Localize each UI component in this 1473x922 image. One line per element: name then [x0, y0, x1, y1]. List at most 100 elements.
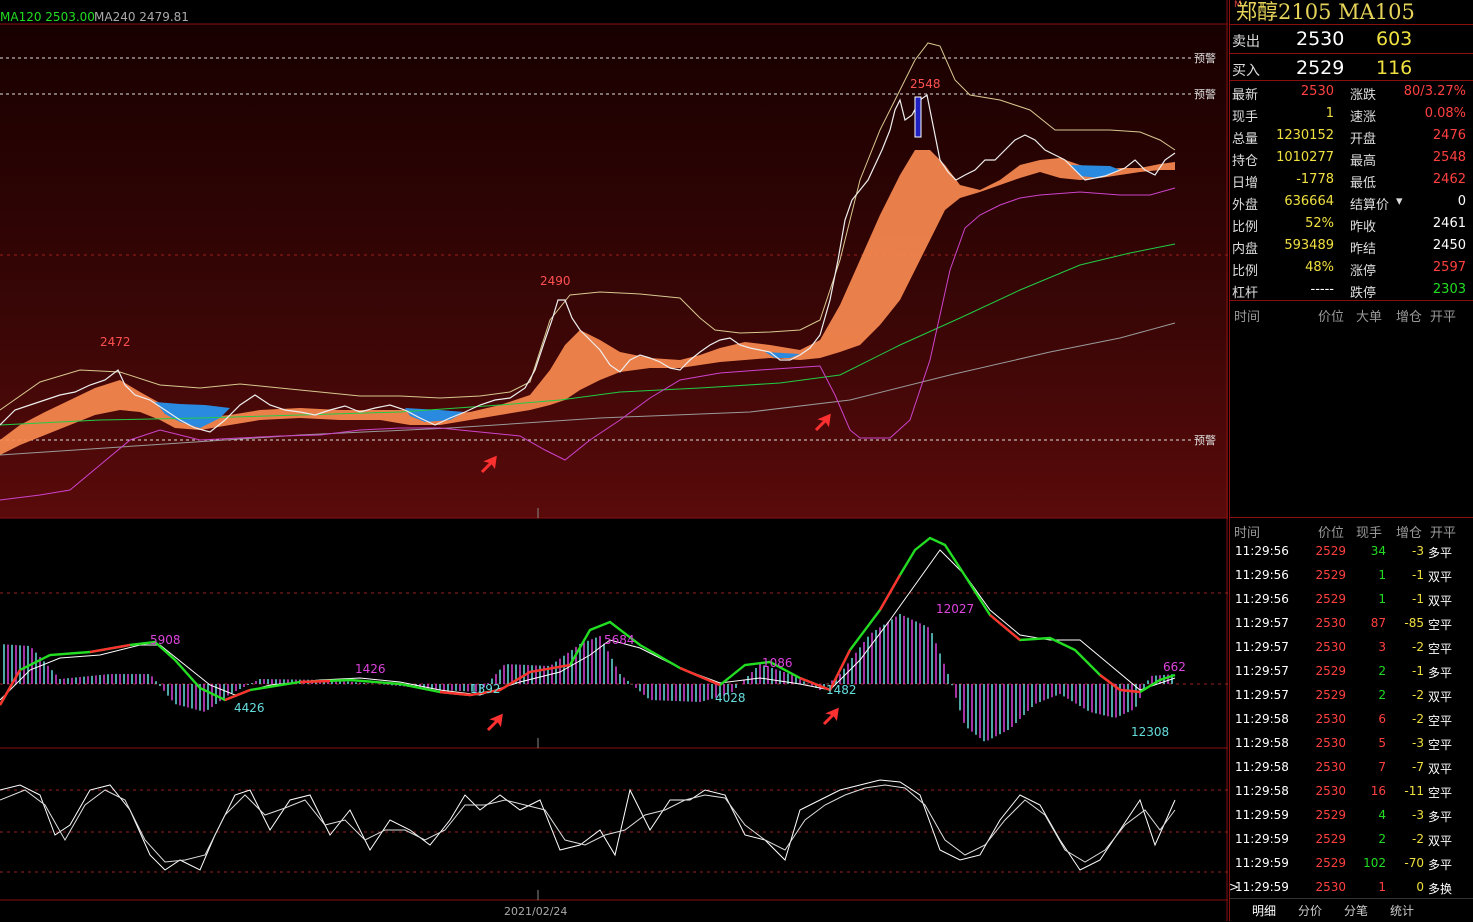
quote-value: 2530 — [1300, 84, 1334, 99]
tick-open-close: 多平 — [1428, 666, 1453, 680]
tick-open-close: 双平 — [1428, 762, 1453, 776]
header-price: 价位 — [1318, 310, 1345, 325]
tick-price: 2529 — [1315, 832, 1346, 846]
tick-oi-change: -2 — [1412, 832, 1424, 846]
big-order-header: 时间 价位 大单 增仓 开平 — [1230, 304, 1473, 326]
tick-qty: 87 — [1370, 616, 1386, 630]
quote-label: 最低 — [1350, 176, 1377, 191]
quote-value: 0.08% — [1424, 106, 1466, 121]
tick-row[interactable]: 11:29:58 2530 16 -11 空平 — [1230, 779, 1473, 803]
tick-price: 2530 — [1315, 640, 1346, 654]
ma240-legend: MA240 2479.81 — [94, 10, 189, 24]
tick-qty: 34 — [1370, 544, 1386, 558]
quote-value: 52% — [1305, 216, 1334, 231]
quote-value: 2548 — [1432, 150, 1466, 165]
tick-price: 2529 — [1315, 568, 1346, 582]
quote-value: 80/3.27% — [1403, 84, 1466, 99]
tick-oi-change: -7 — [1412, 760, 1424, 774]
tick-price: 2529 — [1315, 544, 1346, 558]
tick-price: 2530 — [1315, 736, 1346, 750]
macd-label: 12308 — [1131, 725, 1169, 739]
tick-row[interactable]: 11:29:58 2530 7 -7 双平 — [1230, 755, 1473, 779]
alert-label: 预警 — [1194, 87, 1216, 101]
header-open-close: 开平 — [1430, 310, 1457, 325]
quote-label: 比例 — [1232, 220, 1259, 235]
tick-row[interactable]: 11:29:56 2529 1 -1 双平 — [1230, 587, 1473, 611]
tick-open-close: 多平 — [1428, 810, 1453, 824]
tick-row[interactable]: 11:29:57 2530 3 -2 空平 — [1230, 635, 1473, 659]
quote-value: 2462 — [1432, 172, 1466, 187]
tick-time: 11:29:56 — [1235, 544, 1289, 558]
macd-label: 1392 — [470, 682, 501, 696]
quote-row: 最新 2530 涨跌 80/3.27% — [1230, 81, 1473, 103]
tick-open-close: 双平 — [1428, 594, 1453, 608]
tick-oi-change: -3 — [1412, 544, 1424, 558]
tab-price-dist[interactable]: 分价 — [1298, 902, 1322, 919]
tick-qty: 1 — [1378, 592, 1386, 606]
tick-qty: 5 — [1378, 736, 1386, 750]
buy-volume: 116 — [1376, 57, 1413, 79]
tick-row[interactable]: 11:29:57 2529 2 -1 多平 — [1230, 659, 1473, 683]
tick-row[interactable]: 11:29:58 2530 5 -3 空平 — [1230, 731, 1473, 755]
tick-oi-change: -3 — [1412, 736, 1424, 750]
quote-value: 2303 — [1432, 282, 1466, 297]
quote-row: 内盘 593489 昨结 2450 — [1230, 235, 1473, 257]
tick-oi-change: -1 — [1412, 568, 1424, 582]
quote-sidebar: M 郑醇2105 MA105 卖出 2530 603 买入 2529 116 最… — [1229, 0, 1473, 921]
quote-label: 外盘 — [1232, 198, 1259, 213]
tick-time: 11:29:58 — [1235, 760, 1289, 774]
alert-label: 预警 — [1194, 51, 1216, 65]
quote-value: 0 — [1457, 194, 1466, 209]
tick-price: 2530 — [1315, 712, 1346, 726]
buy-row[interactable]: 买入 2529 116 — [1230, 54, 1473, 82]
tab-stats[interactable]: 统计 — [1390, 902, 1414, 919]
tab-ticks[interactable]: 分笔 — [1344, 902, 1368, 919]
tick-row[interactable]: 11:29:59 2529 4 -3 多平 — [1230, 803, 1473, 827]
tick-time: 11:29:56 — [1235, 592, 1289, 606]
sell-row[interactable]: 卖出 2530 603 — [1230, 25, 1473, 53]
quote-value: 1 — [1325, 106, 1334, 121]
tick-time: 11:29:58 — [1235, 784, 1289, 798]
tick-open-close: 空平 — [1428, 714, 1453, 728]
tick-price: 2530 — [1315, 616, 1346, 630]
quote-label: 涨跌 — [1350, 88, 1377, 103]
tab-details[interactable]: 明细 — [1252, 902, 1276, 919]
tick-row[interactable]: >11:29:59 2530 1 0 多换 — [1229, 875, 1473, 899]
quote-value: 2450 — [1432, 238, 1466, 253]
tick-price: 2529 — [1315, 664, 1346, 678]
tick-qty: 2 — [1378, 664, 1386, 678]
macd-label: 1426 — [355, 662, 386, 676]
macd-label: 4426 — [234, 701, 265, 715]
macd-label: 1482 — [826, 683, 857, 697]
tick-open-close: 多换 — [1428, 882, 1453, 896]
quote-label: 最新 — [1232, 88, 1259, 103]
tick-row[interactable]: 11:29:57 2529 2 -2 双平 — [1230, 683, 1473, 707]
tick-row[interactable]: 11:29:56 2529 34 -3 多平 — [1230, 539, 1473, 563]
quote-label: 总量 — [1232, 132, 1259, 147]
tick-open-close: 空平 — [1428, 642, 1453, 656]
dropdown-arrow-icon[interactable]: ▾ — [1396, 194, 1403, 209]
tick-qty: 1 — [1378, 880, 1386, 894]
header-oi-change: 增仓 — [1396, 310, 1423, 325]
macd-label: 5908 — [150, 633, 181, 647]
tick-row[interactable]: 11:29:58 2530 6 -2 空平 — [1230, 707, 1473, 731]
bottom-tabs: 明细 分价 分笔 统计 — [1230, 898, 1473, 922]
tick-time: 11:29:59 — [1235, 832, 1289, 846]
buy-price: 2529 — [1296, 57, 1345, 79]
tick-price: 2529 — [1315, 688, 1346, 702]
tick-row[interactable]: 11:29:59 2529 102 -70 多平 — [1230, 851, 1473, 875]
tick-row[interactable]: 11:29:57 2530 87 -85 空平 — [1230, 611, 1473, 635]
tick-row[interactable]: 11:29:59 2529 2 -2 双平 — [1230, 827, 1473, 851]
chart-area[interactable]: MA120 2503.00 MA240 2479.81 预警 预警 预警 247… — [0, 0, 1228, 921]
main-chart-panel[interactable] — [0, 24, 1228, 518]
quote-label: 比例 — [1232, 264, 1259, 279]
quote-row: 比例 52% 昨收 2461 — [1230, 213, 1473, 235]
quote-row: 现手 1 速涨 0.08% — [1230, 103, 1473, 125]
tick-row[interactable]: 11:29:56 2529 1 -1 双平 — [1230, 563, 1473, 587]
tick-qty: 2 — [1378, 688, 1386, 702]
sell-label: 卖出 — [1232, 34, 1260, 50]
tick-qty: 6 — [1378, 712, 1386, 726]
tick-open-close: 双平 — [1428, 570, 1453, 584]
quote-label: 开盘 — [1350, 132, 1377, 147]
tick-qty: 4 — [1378, 808, 1386, 822]
